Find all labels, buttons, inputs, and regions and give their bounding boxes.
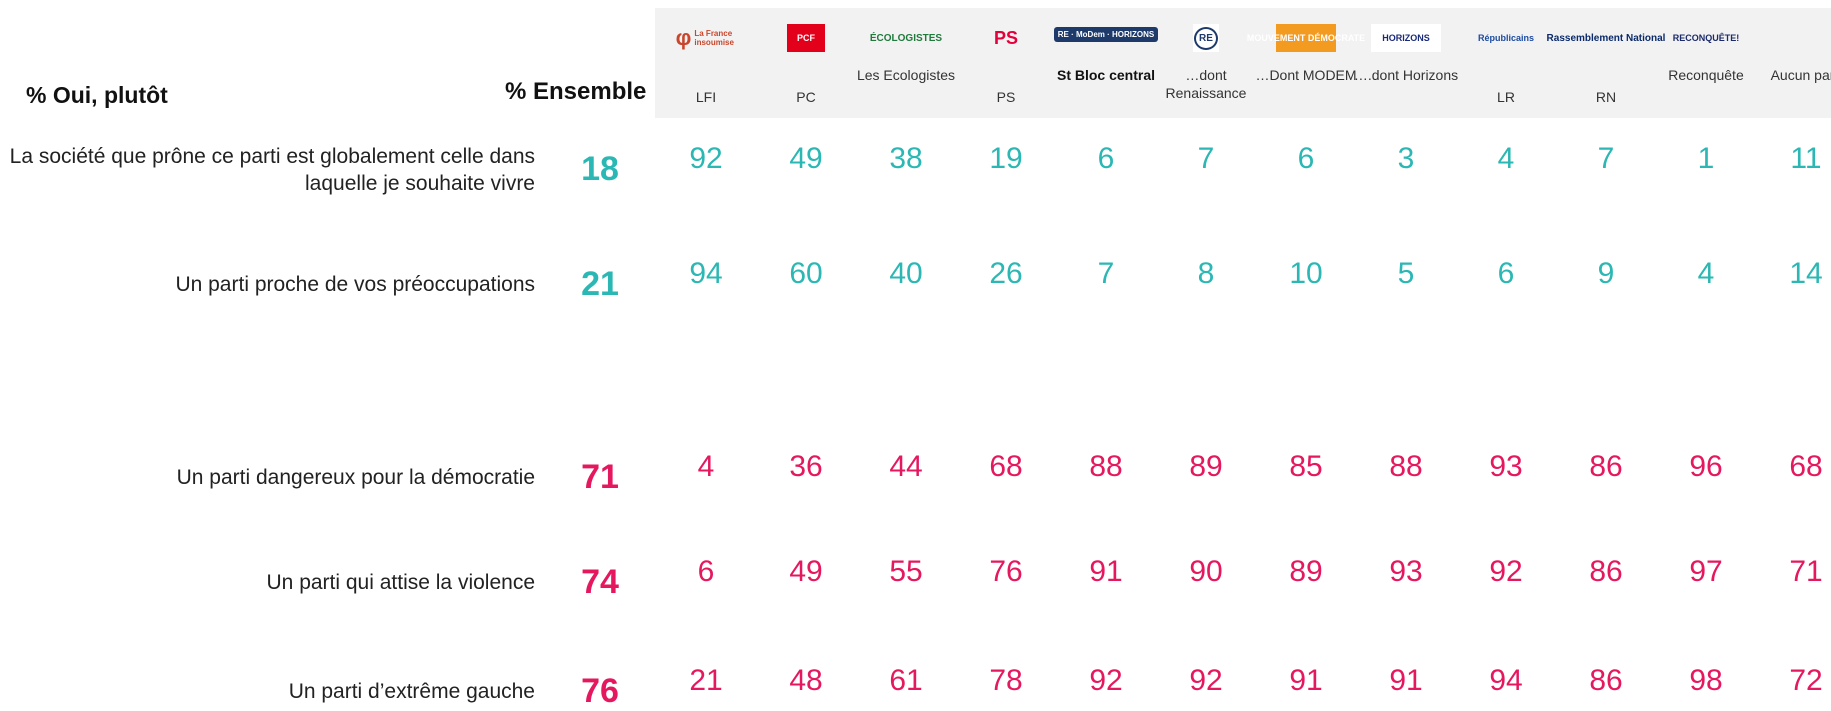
data-cell: 7 <box>1097 257 1115 290</box>
data-cell: 10 <box>1289 257 1323 290</box>
data-cell: 88 <box>1089 450 1123 483</box>
data-cell: 4 <box>1497 142 1515 175</box>
data-cell: 94 <box>1489 664 1523 697</box>
row-label: Un parti dangereux pour la démocratie <box>176 466 535 489</box>
data-cell: 48 <box>789 664 823 697</box>
lfi-phi-logo-icon: φ La France insoumise <box>675 25 734 50</box>
data-cell: 55 <box>889 555 923 588</box>
data-cell: 96 <box>1689 450 1723 483</box>
data-cell: 4 <box>1697 257 1715 290</box>
data-cell: 61 <box>889 664 923 697</box>
data-cell: 40 <box>889 257 923 290</box>
data-cell: 36 <box>789 450 823 483</box>
data-cell: 98 <box>1689 664 1723 697</box>
reconquete-logo-icon: RECONQUÊTE! <box>1672 33 1740 43</box>
column-header: Les Ecologistes <box>856 67 956 83</box>
data-cell: 88 <box>1389 450 1423 483</box>
ensemble-value: 76 <box>581 672 619 710</box>
lr-logo-icon: Républicains <box>1478 33 1535 43</box>
data-cell: 19 <box>989 142 1023 175</box>
data-cell: 1 <box>1697 142 1715 175</box>
data-cell: 89 <box>1189 450 1223 483</box>
data-cell: 44 <box>889 450 923 483</box>
data-cell: 72 <box>1789 664 1823 697</box>
data-cell: 91 <box>1089 555 1123 588</box>
data-cell: 76 <box>989 555 1023 588</box>
data-cell: 92 <box>689 142 723 175</box>
data-cell: 92 <box>1089 664 1123 697</box>
data-cell: 8 <box>1197 257 1215 290</box>
data-cell: 85 <box>1289 450 1323 483</box>
data-cell: 78 <box>989 664 1023 697</box>
data-cell: 90 <box>1189 555 1223 588</box>
data-cell: 68 <box>989 450 1023 483</box>
data-cell: 93 <box>1489 450 1523 483</box>
data-cell: 86 <box>1589 450 1623 483</box>
ensemble-value: 21 <box>581 265 619 303</box>
data-cell: 68 <box>1789 450 1823 483</box>
data-cell: 6 <box>1297 142 1315 175</box>
data-cell: 26 <box>989 257 1023 290</box>
data-cell: 86 <box>1589 555 1623 588</box>
data-cell: 6 <box>1497 257 1515 290</box>
column-header: LR <box>1497 89 1515 105</box>
row-title: % Oui, plutôt <box>26 82 168 108</box>
bloc-central-logos-icon: RE · MoDem · HORIZONS <box>1053 12 1159 56</box>
row-label: Un parti proche de vos préoccupations <box>175 273 535 296</box>
data-cell: 7 <box>1197 142 1215 175</box>
column-header: …dont Renaissance <box>1165 67 1247 101</box>
column-header: Aucun parti <box>1770 67 1831 83</box>
data-cell: 11 <box>1790 142 1822 175</box>
data-cell: 14 <box>1789 257 1823 290</box>
ecologistes-logo-icon: ÉCOLOGISTES <box>869 32 943 44</box>
column-header: ….dont Horizons <box>1353 67 1459 83</box>
column-header: LFI <box>695 89 717 105</box>
row-label: La société que prône ce parti est global… <box>9 145 535 195</box>
modem-logo-icon: MOUVEMENT DÉMOCRATE <box>1247 24 1365 52</box>
data-cell: 91 <box>1389 664 1423 697</box>
data-cell: 6 <box>1097 142 1115 175</box>
ensemble-value: 18 <box>581 150 619 188</box>
ensemble-value: 71 <box>581 458 619 496</box>
data-cell: 71 <box>1789 555 1823 588</box>
data-cell: 49 <box>789 555 823 588</box>
data-cell: 97 <box>1689 555 1723 588</box>
data-cell: 6 <box>697 555 715 588</box>
data-cell: 3 <box>1397 142 1415 175</box>
data-cell: 93 <box>1389 555 1423 588</box>
data-cell: 89 <box>1289 555 1323 588</box>
data-cell: 92 <box>1189 664 1223 697</box>
data-cell: 60 <box>789 257 823 290</box>
data-cell: 86 <box>1589 664 1623 697</box>
column-header: Reconquête <box>1668 67 1744 83</box>
column-header: …Dont MODEM <box>1255 67 1357 83</box>
horizons-logo-icon: HORIZONS <box>1371 24 1441 52</box>
column-header: St Bloc central <box>1056 67 1156 83</box>
ensemble-value: 74 <box>581 563 619 601</box>
data-cell: 92 <box>1489 555 1523 588</box>
data-cell: 9 <box>1597 257 1615 290</box>
ensemble-title: % Ensemble <box>505 78 647 105</box>
data-cell: 7 <box>1597 142 1615 175</box>
column-header: PC <box>796 89 816 105</box>
column-header: RN <box>1595 89 1617 105</box>
data-cell: 5 <box>1397 257 1415 290</box>
renaissance-logo-icon: RE <box>1193 24 1219 52</box>
data-cell: 49 <box>789 142 823 175</box>
data-cell: 21 <box>689 664 723 697</box>
data-cell: 4 <box>697 450 715 483</box>
row-label: Un parti d’extrême gauche <box>288 680 535 703</box>
rn-flame-logo-icon: Rassemblement National <box>1546 32 1666 44</box>
pcf-star-logo-icon: PCF <box>787 24 825 52</box>
data-cell: 38 <box>889 142 923 175</box>
ps-rose-logo-icon: PS <box>993 27 1018 48</box>
row-label: Un parti qui attise la violence <box>266 571 535 594</box>
column-header: PS <box>996 89 1016 105</box>
data-cell: 94 <box>689 257 723 290</box>
data-cell: 91 <box>1289 664 1323 697</box>
